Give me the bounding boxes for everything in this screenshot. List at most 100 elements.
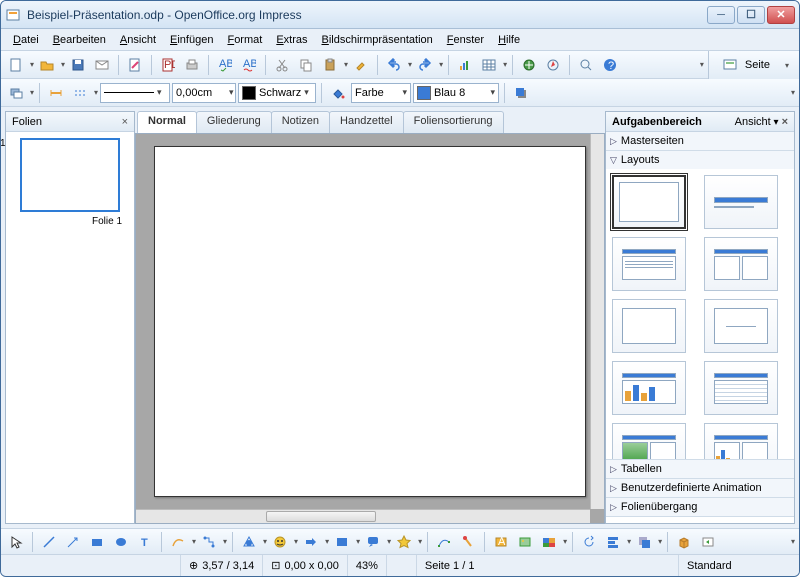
- layout-title-table[interactable]: [704, 361, 778, 415]
- callout-dropdown[interactable]: ▾: [386, 537, 391, 546]
- edit-doc-icon[interactable]: [124, 54, 146, 76]
- menu-ansicht[interactable]: Ansicht: [114, 32, 162, 48]
- line-width-input[interactable]: [176, 87, 226, 99]
- line-style-combo[interactable]: ▾: [100, 83, 170, 103]
- task-pane-close-icon[interactable]: ×: [782, 116, 788, 128]
- layout-centered-text[interactable]: [704, 299, 778, 353]
- maximize-button[interactable]: ☐: [737, 6, 765, 24]
- layout-title[interactable]: [704, 175, 778, 229]
- shadow-icon[interactable]: [510, 82, 532, 104]
- cut-icon[interactable]: [271, 54, 293, 76]
- hyperlink-icon[interactable]: [518, 54, 540, 76]
- flowchart-dropdown[interactable]: ▾: [355, 537, 360, 546]
- line-style-dropdown[interactable]: ▾: [93, 88, 98, 97]
- status-zoom[interactable]: 43%: [348, 555, 387, 576]
- save-icon[interactable]: [67, 54, 89, 76]
- interaction-icon[interactable]: [697, 531, 719, 553]
- slide-canvas[interactable]: [154, 146, 586, 497]
- toolbar2-overflow[interactable]: ▾: [790, 88, 795, 97]
- slide-thumbnail[interactable]: [20, 138, 120, 212]
- symbol-shapes-dropdown[interactable]: ▾: [293, 537, 298, 546]
- connector-dropdown[interactable]: ▾: [222, 537, 227, 546]
- extrusion-icon[interactable]: [673, 531, 695, 553]
- curve-dropdown[interactable]: ▾: [191, 537, 196, 546]
- auto-spellcheck-icon[interactable]: ABC: [238, 54, 260, 76]
- tab-notizen[interactable]: Notizen: [271, 111, 330, 133]
- rotate-icon[interactable]: [578, 531, 600, 553]
- new-doc-icon[interactable]: [5, 54, 27, 76]
- from-file-icon[interactable]: [514, 531, 536, 553]
- ellipse-tool-icon[interactable]: [110, 531, 132, 553]
- fill-mode-combo[interactable]: Farbe▾: [351, 83, 411, 103]
- menu-hilfe[interactable]: Hilfe: [492, 32, 526, 48]
- redo-icon[interactable]: [414, 54, 436, 76]
- layout-title-content[interactable]: [612, 237, 686, 291]
- block-arrows-icon[interactable]: [300, 531, 322, 553]
- line-endings-icon[interactable]: [45, 82, 67, 104]
- text-tool-icon[interactable]: T: [134, 531, 156, 553]
- points-edit-icon[interactable]: [433, 531, 455, 553]
- close-button[interactable]: ✕: [767, 6, 795, 24]
- help-icon[interactable]: ?: [599, 54, 621, 76]
- line-tool-icon[interactable]: [38, 531, 60, 553]
- copy-icon[interactable]: [295, 54, 317, 76]
- layout-title-image-text[interactable]: [612, 423, 686, 459]
- align-dropdown[interactable]: ▾: [626, 537, 631, 546]
- callout-shapes-icon[interactable]: [362, 531, 384, 553]
- line-color-combo[interactable]: Schwarz▾: [238, 83, 316, 103]
- arrange-order-icon[interactable]: [633, 531, 655, 553]
- page-toolbar-overflow[interactable]: ▾: [784, 61, 789, 70]
- section-benutzerdefinierte-animation[interactable]: ▷Benutzerdefinierte Animation: [606, 479, 794, 498]
- layout-content-only[interactable]: [612, 299, 686, 353]
- undo-dropdown[interactable]: ▾: [407, 60, 412, 69]
- basic-shapes-dropdown[interactable]: ▾: [262, 537, 267, 546]
- menu-datei[interactable]: Datei: [7, 32, 45, 48]
- section-masterseiten[interactable]: ▷Masterseiten: [606, 132, 794, 151]
- format-paintbrush-icon[interactable]: [350, 54, 372, 76]
- open-icon[interactable]: [36, 54, 58, 76]
- redo-dropdown[interactable]: ▾: [438, 60, 443, 69]
- glue-points-icon[interactable]: [457, 531, 479, 553]
- minimize-button[interactable]: ─: [707, 6, 735, 24]
- basic-shapes-icon[interactable]: [238, 531, 260, 553]
- table-icon[interactable]: [478, 54, 500, 76]
- vertical-scrollbar[interactable]: [590, 134, 604, 509]
- slide-icon[interactable]: [719, 54, 741, 76]
- pdf-export-icon[interactable]: PDF: [157, 54, 179, 76]
- menu-einfuegen[interactable]: Einfügen: [164, 32, 219, 48]
- menu-fenster[interactable]: Fenster: [441, 32, 490, 48]
- toolbar-overflow[interactable]: ▾: [699, 60, 704, 69]
- star-shapes-icon[interactable]: [393, 531, 415, 553]
- connector-tool-icon[interactable]: [198, 531, 220, 553]
- open-dropdown[interactable]: ▾: [60, 60, 65, 69]
- section-folienuebergang[interactable]: ▷Folienübergang: [606, 498, 794, 517]
- chart-icon[interactable]: [454, 54, 476, 76]
- block-arrows-dropdown[interactable]: ▾: [324, 537, 329, 546]
- arrange-icon[interactable]: [5, 82, 27, 104]
- layout-title-chart-text[interactable]: [704, 423, 778, 459]
- task-pane-view-menu[interactable]: Ansicht ▾: [735, 117, 779, 128]
- gallery-icon[interactable]: [538, 531, 560, 553]
- new-doc-dropdown[interactable]: ▾: [29, 60, 34, 69]
- slides-panel-close-icon[interactable]: ×: [122, 116, 128, 128]
- layout-two-content[interactable]: [704, 237, 778, 291]
- tab-handzettel[interactable]: Handzettel: [329, 111, 404, 133]
- curve-tool-icon[interactable]: [167, 531, 189, 553]
- line-width-combo[interactable]: ▾: [172, 83, 236, 103]
- email-icon[interactable]: [91, 54, 113, 76]
- star-dropdown[interactable]: ▾: [417, 537, 422, 546]
- table-dropdown[interactable]: ▾: [502, 60, 507, 69]
- spellcheck-icon[interactable]: ABC: [214, 54, 236, 76]
- undo-icon[interactable]: [383, 54, 405, 76]
- arrange-dropdown[interactable]: ▾: [29, 88, 34, 97]
- zoom-icon[interactable]: [575, 54, 597, 76]
- rectangle-tool-icon[interactable]: [86, 531, 108, 553]
- hscroll-thumb[interactable]: [266, 511, 376, 522]
- tab-foliensortierung[interactable]: Foliensortierung: [403, 111, 504, 133]
- section-layouts-header[interactable]: ▽Layouts: [606, 151, 794, 169]
- select-arrow-icon[interactable]: [5, 531, 27, 553]
- line-style-icon[interactable]: [69, 82, 91, 104]
- print-icon[interactable]: [181, 54, 203, 76]
- arrange-order-dropdown[interactable]: ▾: [657, 537, 662, 546]
- paste-icon[interactable]: [319, 54, 341, 76]
